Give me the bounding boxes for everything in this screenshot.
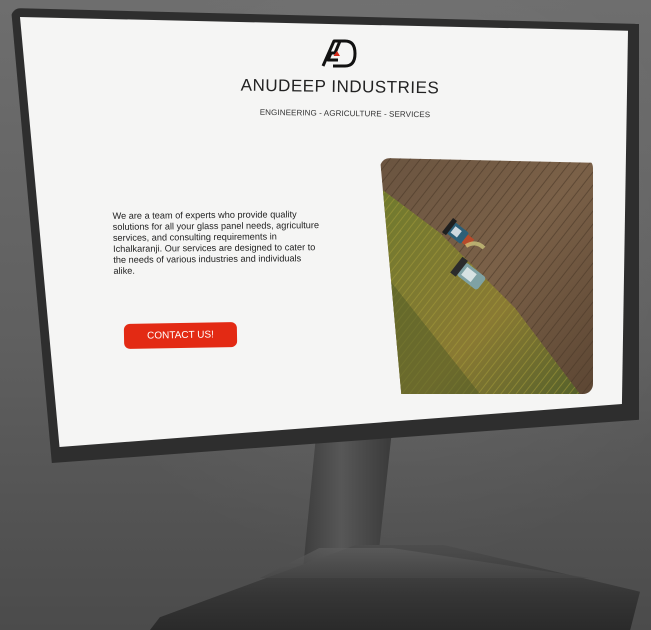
aerial-harvest-field-photo-icon xyxy=(380,158,593,394)
brand-title: ANUDEEP INDUSTRIES xyxy=(240,75,440,98)
intro-paragraph: We are a team of experts who provide qua… xyxy=(112,209,320,276)
contact-us-button[interactable]: CONTACT US! xyxy=(123,322,238,349)
brand-logo-icon xyxy=(321,39,357,68)
